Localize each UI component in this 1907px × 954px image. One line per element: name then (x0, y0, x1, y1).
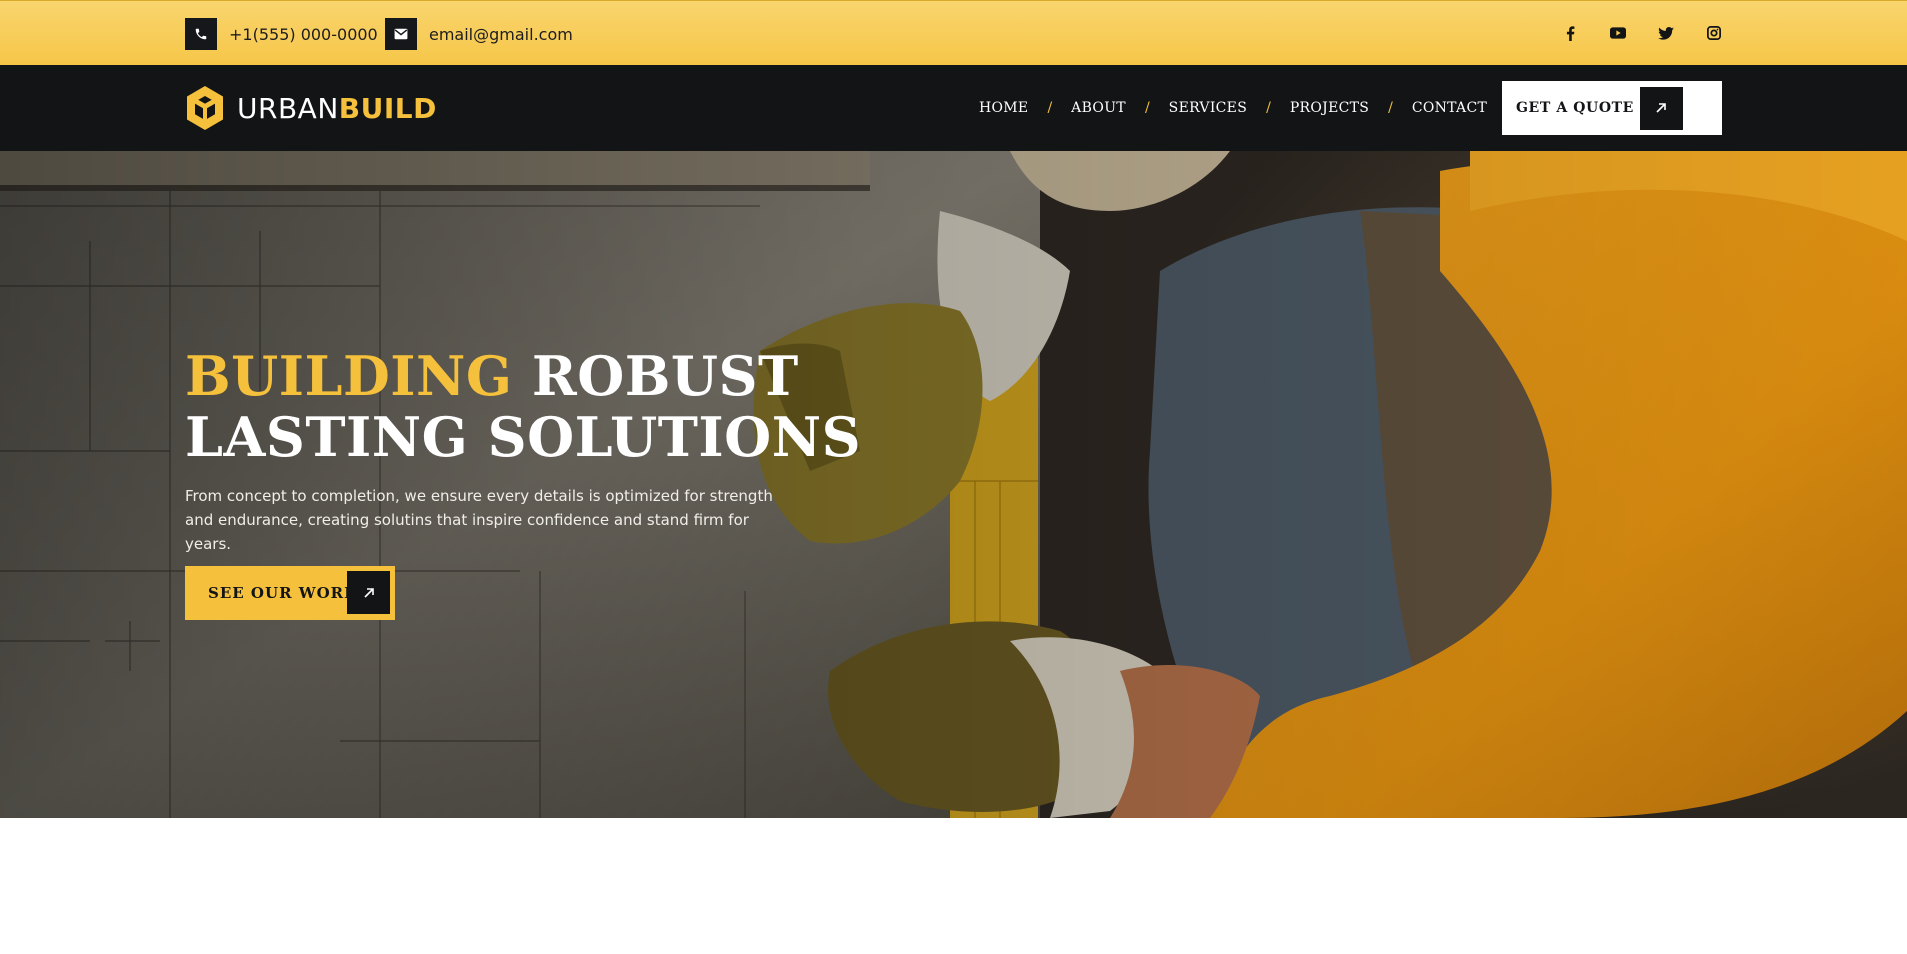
see-our-work-button[interactable]: SEE OUR WORK (185, 566, 395, 620)
hexagon-logo-icon (187, 86, 223, 130)
nav-menu: HOME / ABOUT / SERVICES / PROJECTS / CON… (979, 65, 1487, 151)
see-our-work-label: SEE OUR WORK (208, 584, 359, 602)
nav-item-services[interactable]: SERVICES (1169, 100, 1247, 116)
nav-separator: / (1388, 100, 1393, 116)
nav-item-projects[interactable]: PROJECTS (1290, 100, 1369, 116)
facebook-icon[interactable] (1560, 23, 1580, 43)
nav-separator: / (1266, 100, 1271, 116)
hero-description: From concept to completion, we ensure ev… (185, 487, 773, 553)
email-contact[interactable]: email@gmail.com (385, 18, 573, 50)
hero-section: BUILDING ROBUST LASTING SOLUTIONS From c… (0, 151, 1907, 818)
phone-icon (185, 18, 217, 50)
main-navbar: URBANBUILD HOME / ABOUT / SERVICES / PRO… (0, 65, 1907, 151)
brand-name-part2: BUILD (338, 91, 437, 125)
arrow-up-right-icon (1639, 86, 1683, 130)
twitter-icon[interactable] (1656, 23, 1676, 43)
hero-title-line1-rest: ROBUST (531, 344, 799, 408)
nav-item-home[interactable]: HOME (979, 100, 1028, 116)
nav-separator: / (1144, 100, 1150, 116)
social-links (1560, 23, 1724, 43)
hero-title: BUILDING ROBUST LASTING SOLUTIONS (185, 346, 861, 468)
hero-title-line2: LASTING SOLUTIONS (185, 405, 862, 469)
get-a-quote-label: GET A QUOTE (1516, 100, 1634, 116)
instagram-icon[interactable] (1704, 23, 1724, 43)
brand-name-part1: URBAN (237, 91, 339, 125)
nav-item-contact[interactable]: CONTACT (1412, 100, 1487, 116)
phone-number: +1(555) 000-0000 (229, 24, 378, 44)
mail-icon (385, 18, 417, 50)
brand-logo[interactable]: URBANBUILD (185, 83, 437, 133)
hero-title-highlight: BUILDING (185, 344, 513, 408)
brand-name: URBANBUILD (237, 92, 437, 125)
get-a-quote-button[interactable]: GET A QUOTE (1502, 81, 1722, 135)
email-address: email@gmail.com (429, 24, 573, 44)
phone-contact[interactable]: +1(555) 000-0000 (185, 18, 378, 50)
arrow-up-right-icon (347, 571, 390, 614)
nav-separator: / (1047, 100, 1053, 116)
youtube-icon[interactable] (1608, 23, 1628, 43)
nav-item-about[interactable]: ABOUT (1071, 100, 1126, 116)
top-contact-bar: +1(555) 000-0000 email@gmail.com (0, 0, 1907, 65)
